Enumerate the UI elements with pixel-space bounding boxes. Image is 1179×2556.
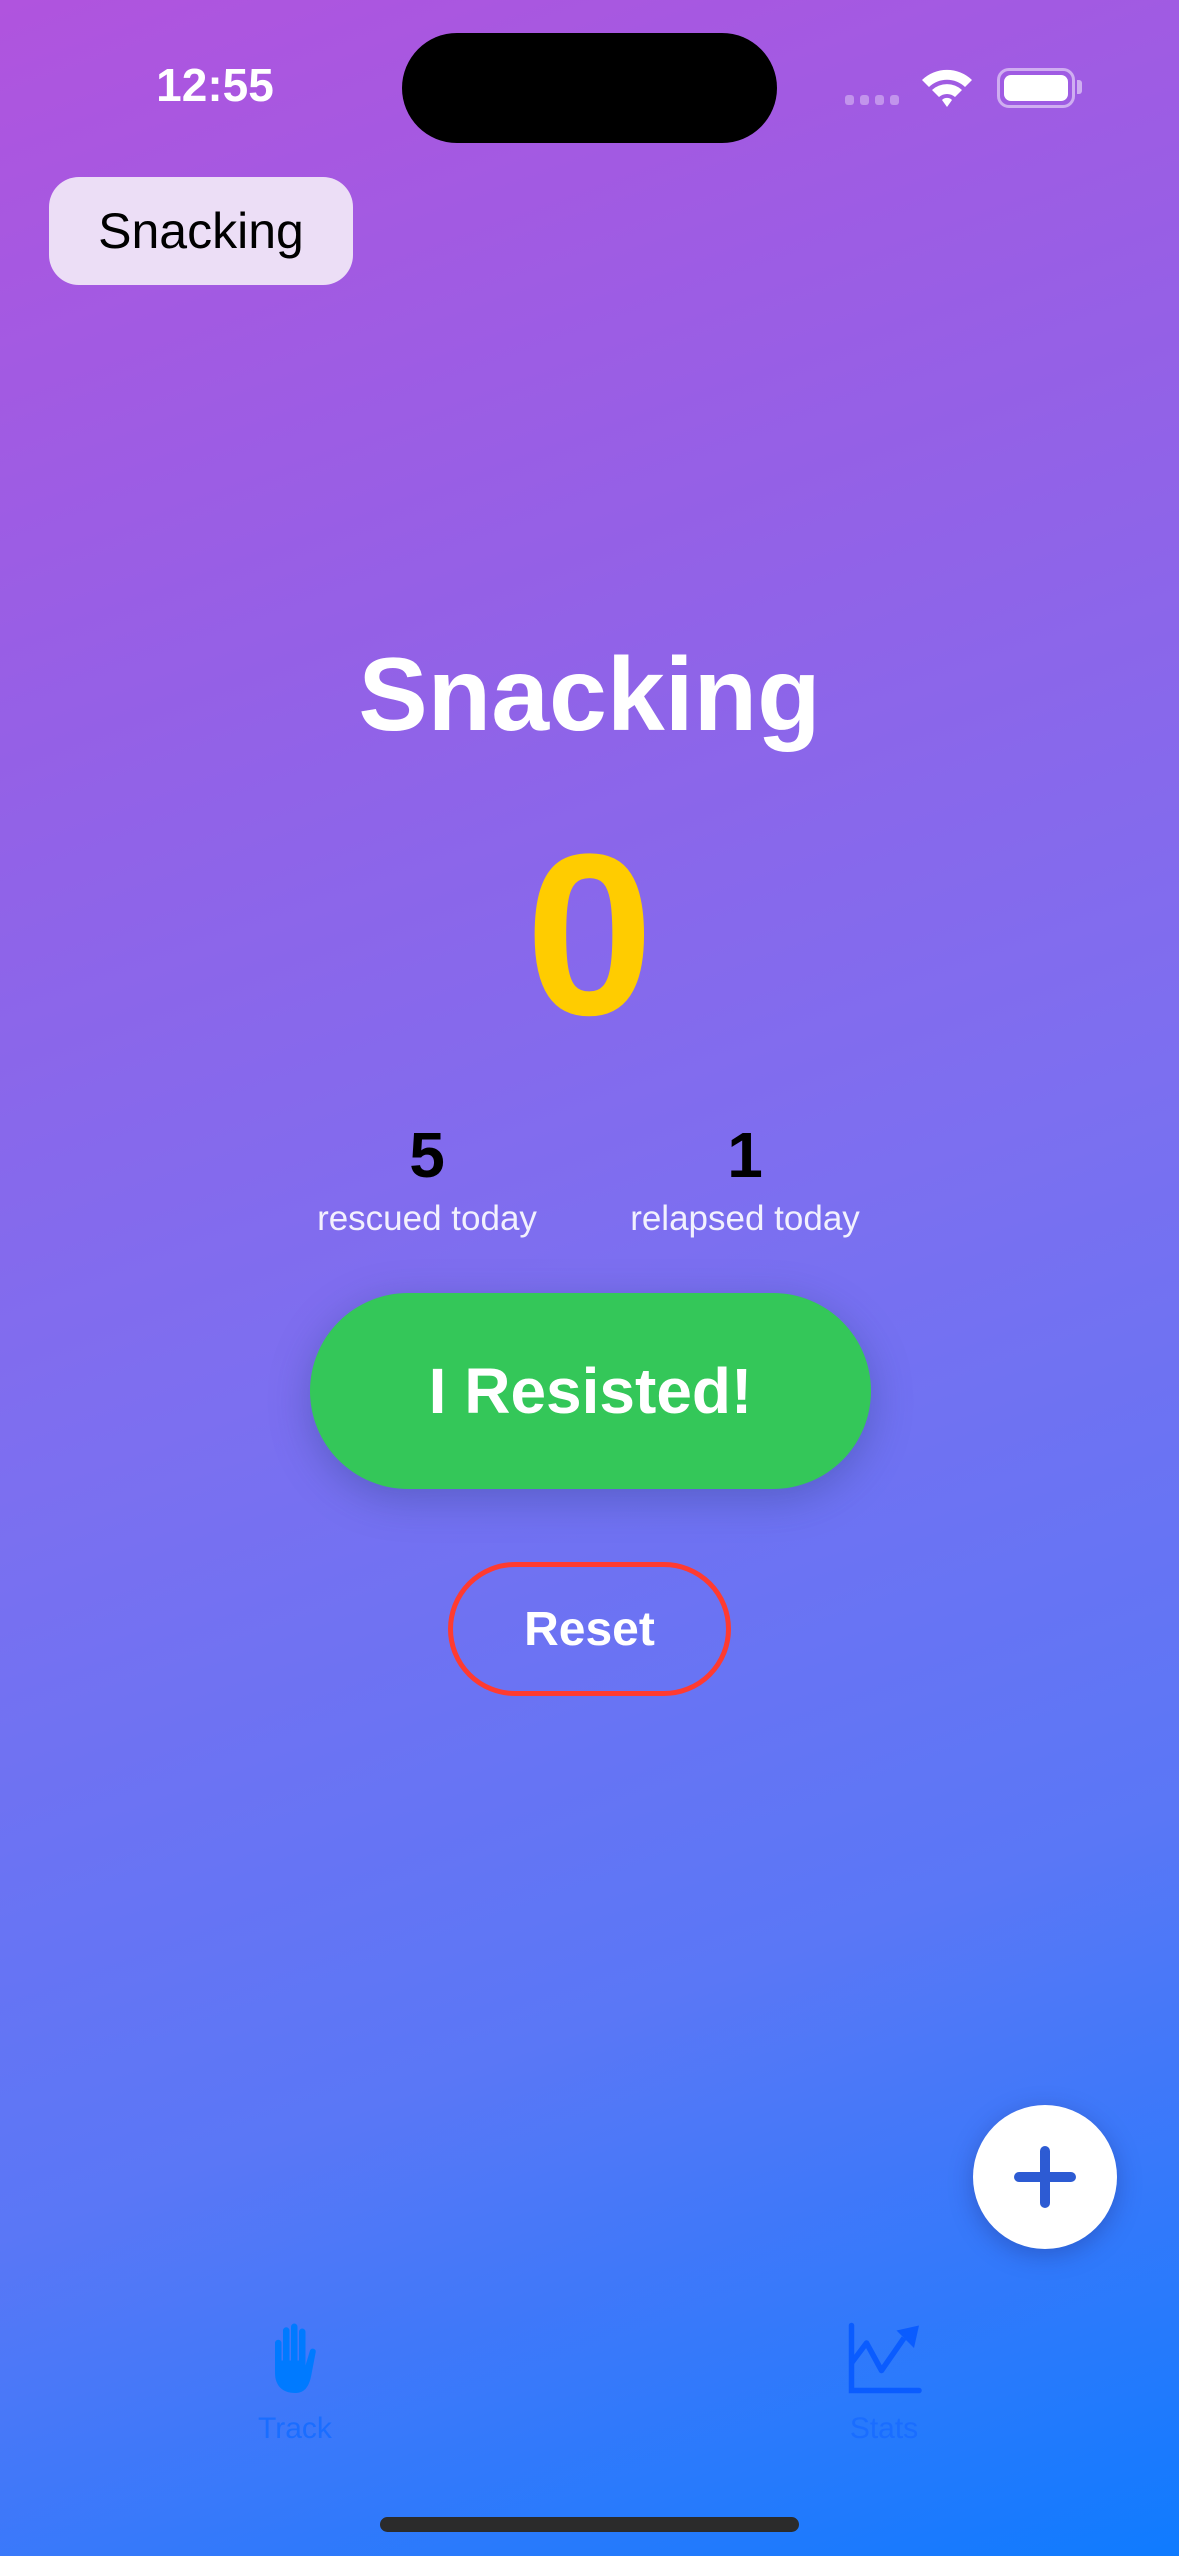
battery-icon — [997, 68, 1075, 108]
dynamic-island — [402, 33, 777, 143]
tab-track[interactable]: Track — [195, 2318, 395, 2446]
chart-line-uptrend-icon — [848, 2322, 922, 2394]
wifi-icon — [922, 69, 972, 107]
plus-icon — [1014, 2146, 1076, 2208]
habit-title: Snacking — [358, 637, 821, 753]
hand-raised-icon — [275, 2323, 316, 2393]
status-time: 12:55 — [156, 59, 274, 111]
habit-selector-button[interactable]: Snacking — [49, 177, 353, 285]
battery-cap — [1077, 80, 1082, 94]
rescued-stat: 5 rescued today — [267, 1115, 587, 1239]
rescued-count: 5 — [409, 1119, 445, 1191]
cellular-signal-icon — [845, 95, 899, 105]
i-resisted-button[interactable]: I Resisted! — [310, 1293, 871, 1489]
reset-button[interactable]: Reset — [448, 1562, 731, 1696]
rescued-label: rescued today — [317, 1199, 537, 1238]
tab-stats[interactable]: Stats — [784, 2318, 984, 2446]
relapsed-label: relapsed today — [630, 1199, 860, 1238]
tab-track-label: Track — [258, 2412, 332, 2445]
relapsed-count: 1 — [727, 1119, 763, 1191]
streak-counter: 0 — [525, 806, 654, 1063]
tab-stats-label: Stats — [849, 2412, 919, 2445]
add-habit-button[interactable] — [973, 2105, 1117, 2249]
relapsed-stat: 1 relapsed today — [585, 1115, 905, 1239]
home-indicator[interactable] — [380, 2517, 799, 2532]
